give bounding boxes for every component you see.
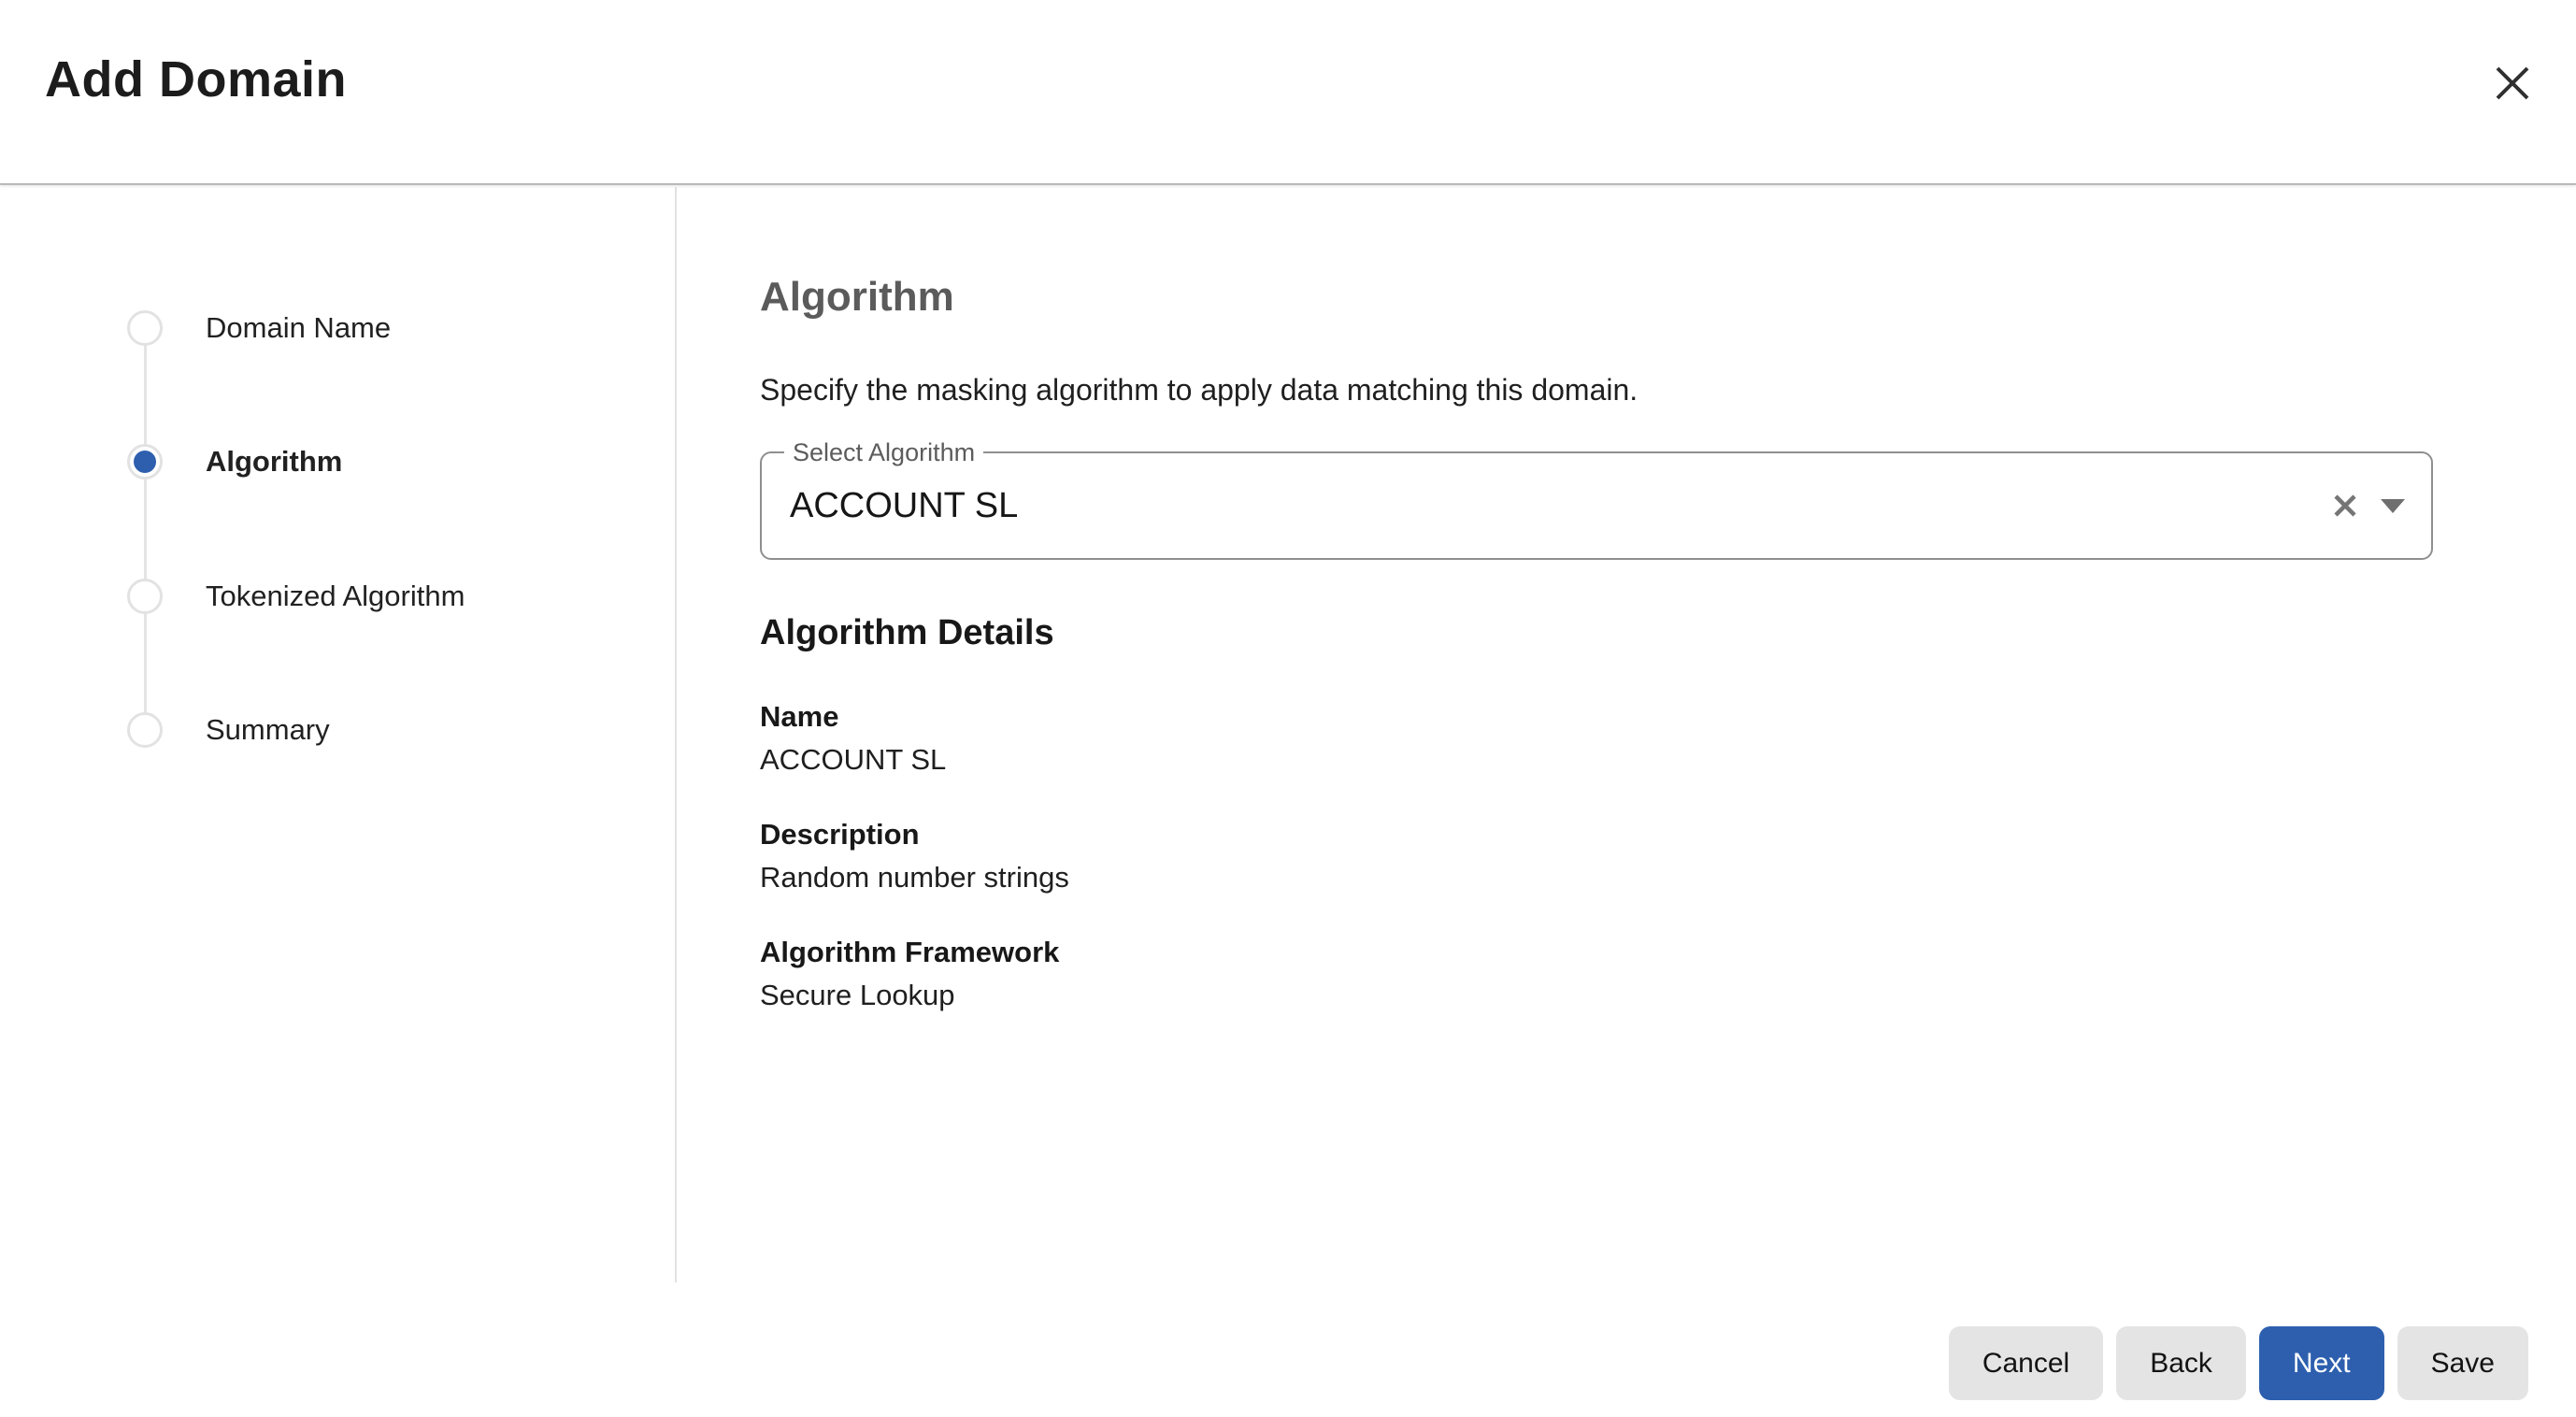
dialog-header: Add Domain	[0, 0, 2576, 185]
back-button[interactable]: Back	[2116, 1326, 2246, 1400]
wizard-stepper: Domain Name Algorithm Tokenized Algorith…	[0, 187, 675, 1282]
step-label: Summary	[206, 711, 330, 749]
step-label: Tokenized Algorithm	[206, 578, 465, 615]
caret-down-icon[interactable]	[2381, 499, 2405, 513]
wizard-sidebar: Domain Name Algorithm Tokenized Algorith…	[0, 187, 677, 1282]
detail-label: Description	[760, 813, 2433, 856]
close-icon	[2494, 64, 2531, 105]
detail-algorithm-framework: Algorithm Framework Secure Lookup	[760, 931, 2433, 1017]
detail-name: Name ACCOUNT SL	[760, 695, 2433, 781]
detail-label: Name	[760, 695, 2433, 738]
close-button[interactable]	[2486, 58, 2539, 110]
select-algorithm-label: Select Algorithm	[784, 437, 983, 467]
step-circle-active	[127, 444, 163, 479]
select-algorithm-field[interactable]: Select Algorithm ACCOUNT SL	[760, 451, 2433, 560]
step-content: Algorithm Specify the masking algorithm …	[760, 273, 2433, 1049]
dialog-title: Add Domain	[45, 52, 347, 107]
detail-value: Secure Lookup	[760, 974, 2433, 1017]
detail-description: Description Random number strings	[760, 813, 2433, 899]
detail-value: ACCOUNT SL	[760, 738, 2433, 781]
step-circle-incomplete	[127, 310, 163, 346]
cancel-button[interactable]: Cancel	[1949, 1326, 2103, 1400]
select-algorithm-value: ACCOUNT SL	[762, 486, 2325, 526]
section-subtitle: Specify the masking algorithm to apply d…	[760, 371, 2433, 408]
footer-actions: Cancel Back Next Save	[1949, 1326, 2528, 1400]
clear-selection-icon[interactable]	[2325, 485, 2366, 526]
stepper-connector-line	[144, 327, 147, 729]
step-label: Algorithm	[206, 443, 342, 480]
detail-label: Algorithm Framework	[760, 931, 2433, 974]
detail-value: Random number strings	[760, 856, 2433, 899]
step-circle-incomplete	[127, 712, 163, 748]
step-label: Domain Name	[206, 309, 391, 347]
next-button[interactable]: Next	[2259, 1326, 2384, 1400]
save-button[interactable]: Save	[2397, 1326, 2528, 1400]
algorithm-details-section: Algorithm Details Name ACCOUNT SL Descri…	[760, 611, 2433, 1017]
details-heading: Algorithm Details	[760, 611, 2433, 654]
section-heading: Algorithm	[760, 273, 2433, 322]
step-circle-incomplete	[127, 579, 163, 614]
